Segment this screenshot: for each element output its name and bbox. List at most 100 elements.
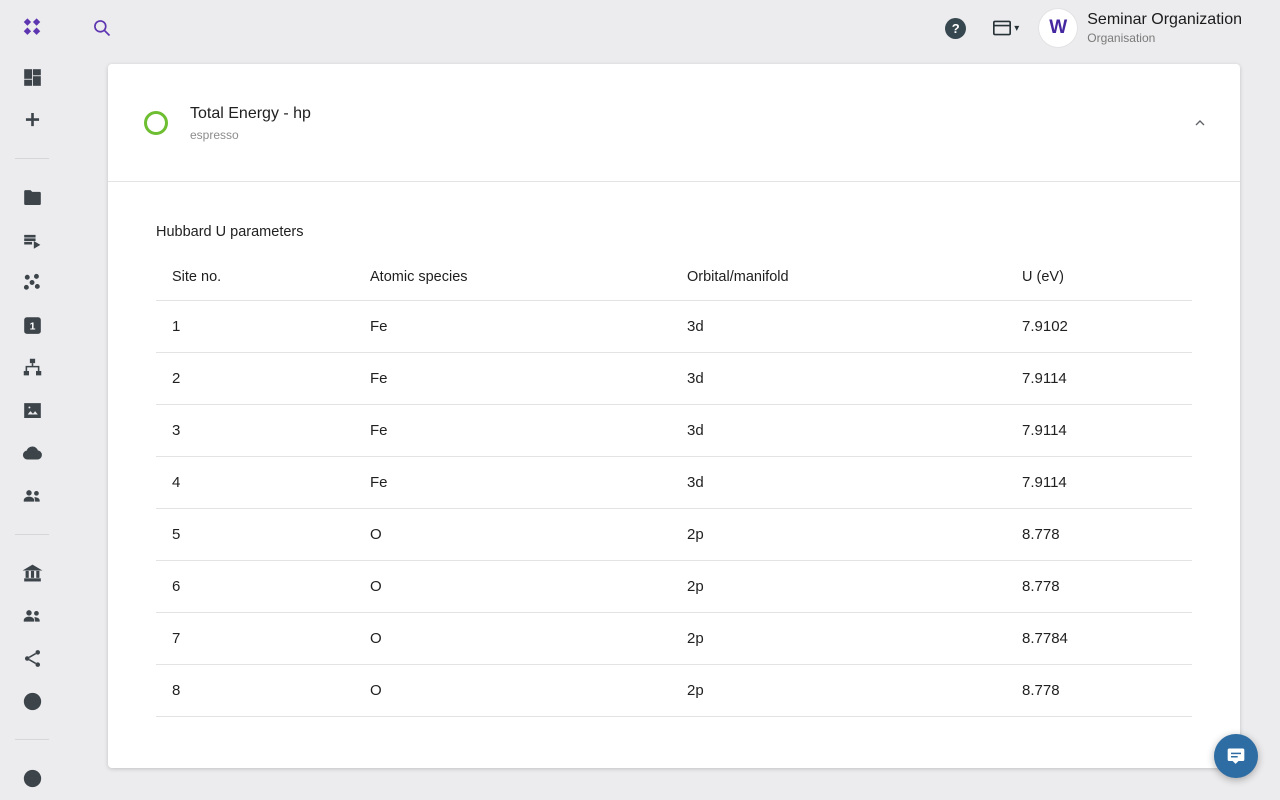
sidebar-item-add[interactable]	[0, 99, 64, 142]
table-cell: 2	[156, 353, 354, 404]
chevron-up-icon	[1192, 115, 1208, 131]
team-icon	[22, 485, 43, 506]
avatar[interactable]: W	[1039, 9, 1077, 47]
table-cell: 7.9114	[1006, 457, 1192, 508]
table-row: 5O2p8.778	[156, 509, 1192, 561]
table-cell: 1	[156, 301, 354, 352]
table-cell: 8.778	[1006, 561, 1192, 612]
table-cell: O	[354, 665, 671, 716]
dashboard-icon	[22, 67, 43, 88]
table-cell: 7.9114	[1006, 405, 1192, 456]
table-cell: 7.9114	[1006, 353, 1192, 404]
table-cell: O	[354, 509, 671, 560]
sidebar-divider	[15, 739, 49, 740]
job-list-icon	[22, 230, 43, 251]
table-cell: 8.7784	[1006, 613, 1192, 664]
search-button[interactable]	[92, 18, 112, 38]
sidebar-item-projects[interactable]	[0, 176, 64, 219]
table-cell: Fe	[354, 353, 671, 404]
table-row: 8O2p8.778	[156, 665, 1192, 717]
column-header-site: Site no.	[156, 254, 354, 300]
table-cell: 8	[156, 665, 354, 716]
status-success-icon	[144, 111, 168, 135]
sidebar-item-materials[interactable]	[0, 261, 64, 304]
table-cell: O	[354, 613, 671, 664]
cloud-upload-icon	[22, 443, 43, 464]
topbar: ? ▾ W Seminar Organization Organisation	[0, 0, 1280, 56]
table-cell: Fe	[354, 457, 671, 508]
table-row: 1Fe3d7.9102	[156, 301, 1192, 353]
sidebar-divider	[15, 534, 49, 535]
card-title: Total Energy - hp	[190, 103, 1186, 125]
column-header-u: U (eV)	[1006, 254, 1192, 300]
table-cell: Fe	[354, 301, 671, 352]
logo-icon	[21, 17, 43, 39]
table-cell: 5	[156, 509, 354, 560]
table-cell: 4	[156, 457, 354, 508]
atoms-icon	[22, 272, 43, 293]
table-cell: 6	[156, 561, 354, 612]
table-header-row: Site no. Atomic species Orbital/manifold…	[156, 254, 1192, 301]
table-cell: 2p	[671, 509, 1006, 560]
result-card: Total Energy - hp espresso Hubbard U par…	[108, 64, 1240, 768]
sidebar-item-cloud[interactable]	[0, 432, 64, 475]
avatar-letter: W	[1049, 17, 1067, 39]
table-row: 7O2p8.7784	[156, 613, 1192, 665]
share-icon	[22, 648, 43, 669]
card-titles: Total Energy - hp espresso	[190, 103, 1186, 143]
table-cell: 7	[156, 613, 354, 664]
svg-text:1: 1	[29, 320, 35, 332]
table-row: 2Fe3d7.9114	[156, 353, 1192, 405]
folder-icon	[22, 187, 43, 208]
sidebar-item-node[interactable]: 1	[0, 304, 64, 347]
collapse-button[interactable]	[1186, 109, 1214, 137]
table-cell: 3d	[671, 301, 1006, 352]
sidebar-item-team[interactable]	[0, 474, 64, 517]
console-menu-button[interactable]: ▾	[992, 19, 1019, 37]
sidebar-item-workflows[interactable]	[0, 347, 64, 390]
org-name: Seminar Organization	[1087, 10, 1242, 30]
search-icon	[92, 18, 112, 38]
org-subtitle: Organisation	[1087, 30, 1242, 46]
table-cell: Fe	[354, 405, 671, 456]
card-header: Total Energy - hp espresso	[108, 64, 1240, 182]
help-icon: ?	[952, 21, 960, 36]
sidebar-divider	[15, 158, 49, 159]
table-cell: 2p	[671, 613, 1006, 664]
table-cell: 2p	[671, 561, 1006, 612]
table-cell: 8.778	[1006, 509, 1192, 560]
sidebar-item-organization[interactable]	[0, 552, 64, 595]
org-block: Seminar Organization Organisation	[1087, 10, 1242, 46]
table-cell: 7.9102	[1006, 301, 1192, 352]
sidebar-item-users[interactable]	[0, 595, 64, 638]
app-logo[interactable]	[0, 17, 64, 39]
table-cell: 3	[156, 405, 354, 456]
node-one-icon: 1	[22, 315, 43, 336]
bank-icon	[22, 563, 43, 584]
globe-partial-icon	[22, 768, 43, 789]
sidebar-item-jobs[interactable]	[0, 219, 64, 262]
card-body: Hubbard U parameters Site no. Atomic spe…	[108, 182, 1240, 717]
sidebar-item-public[interactable]	[0, 680, 64, 723]
sidebar-item-explore[interactable]	[0, 757, 64, 800]
table-cell: 8.778	[1006, 665, 1192, 716]
card-subtitle: espresso	[190, 127, 1186, 143]
add-icon	[22, 109, 43, 130]
section-title: Hubbard U parameters	[156, 224, 1192, 240]
console-icon	[992, 19, 1012, 37]
help-button[interactable]: ?	[945, 18, 966, 39]
table-cell: 2p	[671, 665, 1006, 716]
globe-icon	[22, 691, 43, 712]
sidebar: 1	[0, 56, 64, 800]
sidebar-item-dashboard[interactable]	[0, 56, 64, 99]
table-cell: O	[354, 561, 671, 612]
chat-icon	[1226, 746, 1246, 766]
table-cell: 3d	[671, 353, 1006, 404]
table-row: 6O2p8.778	[156, 561, 1192, 613]
sidebar-item-share[interactable]	[0, 637, 64, 680]
chat-launcher-button[interactable]	[1214, 734, 1258, 778]
sidebar-item-images[interactable]	[0, 389, 64, 432]
users-icon	[22, 605, 43, 626]
column-header-orbital: Orbital/manifold	[671, 254, 1006, 300]
table-cell: 3d	[671, 405, 1006, 456]
